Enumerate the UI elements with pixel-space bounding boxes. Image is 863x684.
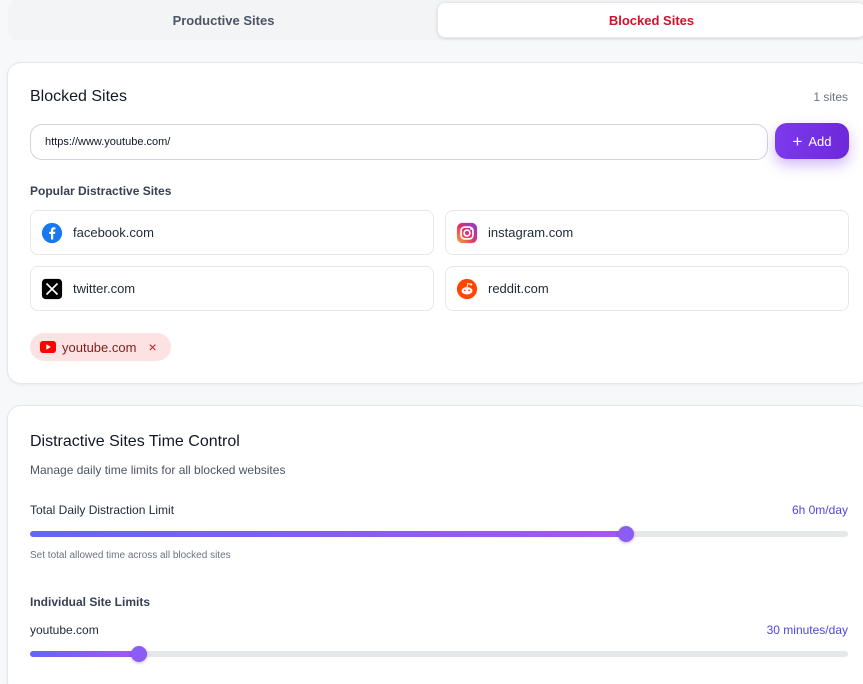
popular-site-reddit[interactable]: reddit.com [445, 266, 849, 311]
time-control-subtitle: Manage daily time limits for all blocked… [30, 463, 286, 477]
site-name: reddit.com [488, 281, 549, 296]
remove-icon[interactable]: × [148, 339, 156, 355]
time-control-card: Distractive Sites Time Control Manage da… [7, 405, 863, 684]
x-twitter-icon [41, 278, 63, 300]
add-site-button[interactable]: + Add [775, 123, 849, 159]
slider-fill [30, 651, 139, 657]
site-url-input[interactable] [30, 124, 768, 160]
tab-blocked-sites[interactable]: Blocked Sites [437, 2, 863, 38]
chip-label: youtube.com [62, 339, 137, 355]
site-limit-value-youtube: 30 minutes/day [766, 623, 848, 637]
site-limit-label-youtube: youtube.com [30, 623, 99, 637]
reddit-icon [456, 278, 478, 300]
total-limit-value: 6h 0m/day [791, 503, 848, 517]
site-name: instagram.com [488, 225, 574, 240]
slider-thumb[interactable] [618, 526, 635, 542]
site-name: twitter.com [73, 281, 136, 296]
popular-site-instagram[interactable]: instagram.com [445, 210, 849, 255]
instagram-icon [456, 222, 478, 244]
total-limit-label: Total Daily Distraction Limit [30, 503, 175, 517]
total-limit-hint: Set total allowed time across all blocke… [30, 550, 231, 561]
popular-site-facebook[interactable]: facebook.com [30, 210, 434, 255]
individual-limits-label: Individual Site Limits [30, 595, 151, 609]
tab-productive-sites[interactable]: Productive Sites [10, 2, 437, 38]
time-control-title: Distractive Sites Time Control [30, 433, 240, 450]
site-limit-slider-youtube[interactable] [30, 646, 848, 662]
site-name: facebook.com [73, 225, 154, 240]
slider-thumb[interactable] [130, 646, 147, 662]
popular-sites-label: Popular Distractive Sites [30, 184, 172, 198]
slider-fill [30, 531, 627, 537]
plus-icon: + [792, 131, 803, 151]
blocked-sites-card: Blocked Sites 1 sites + Add Popular Dist… [7, 62, 863, 384]
youtube-icon [40, 341, 56, 353]
facebook-icon [41, 222, 63, 244]
blocked-site-chip-youtube: youtube.com × [30, 333, 171, 361]
blocked-count: 1 sites [813, 90, 848, 104]
blocked-sites-title: Blocked Sites [30, 88, 127, 105]
add-button-label: Add [808, 133, 832, 149]
popular-site-twitter[interactable]: twitter.com [30, 266, 434, 311]
total-limit-slider[interactable] [30, 526, 848, 542]
site-tabs: Productive Sites Blocked Sites [8, 0, 863, 40]
